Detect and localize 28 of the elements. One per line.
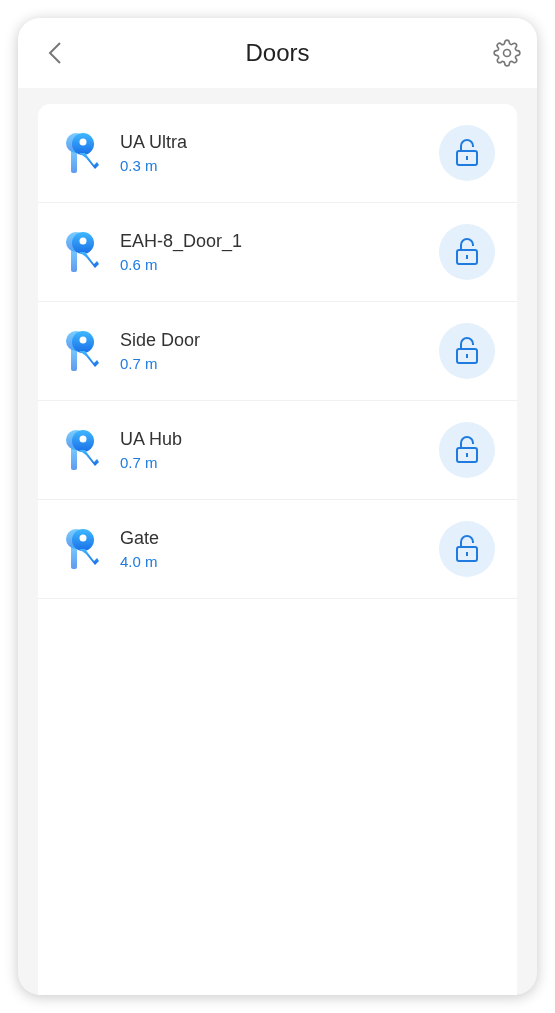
keys-icon: [64, 527, 100, 571]
door-distance: 0.3 m: [120, 157, 159, 174]
door-name: Gate: [120, 528, 161, 549]
door-distance: 4.0 m: [120, 553, 159, 570]
unlock-button[interactable]: [439, 224, 495, 280]
page-title: Doors: [245, 39, 310, 67]
unlocked-padlock-icon: [455, 436, 479, 464]
keys-icon: [64, 230, 100, 274]
unlocked-padlock-icon: [455, 337, 479, 365]
unlocked-padlock-icon: [455, 535, 479, 563]
keys-icon: [64, 131, 100, 175]
door-name: Side Door: [120, 330, 202, 351]
settings-button[interactable]: [493, 39, 521, 67]
keys-icon: [64, 428, 100, 472]
unlock-button[interactable]: [439, 125, 495, 181]
unlock-button[interactable]: [439, 323, 495, 379]
unlock-button[interactable]: [439, 521, 495, 577]
unlock-button[interactable]: [439, 422, 495, 478]
back-button[interactable]: [48, 41, 62, 65]
keys-icon: [64, 329, 100, 373]
door-name: EAH-8_Door_1: [120, 231, 244, 252]
door-name: UA Ultra: [120, 132, 189, 153]
unlocked-padlock-icon: [455, 238, 479, 266]
door-name: UA Hub: [120, 429, 184, 450]
door-distance: 0.7 m: [120, 355, 159, 372]
door-distance: 0.7 m: [120, 454, 159, 471]
door-distance: 0.6 m: [120, 256, 159, 273]
unlocked-padlock-icon: [455, 139, 479, 167]
